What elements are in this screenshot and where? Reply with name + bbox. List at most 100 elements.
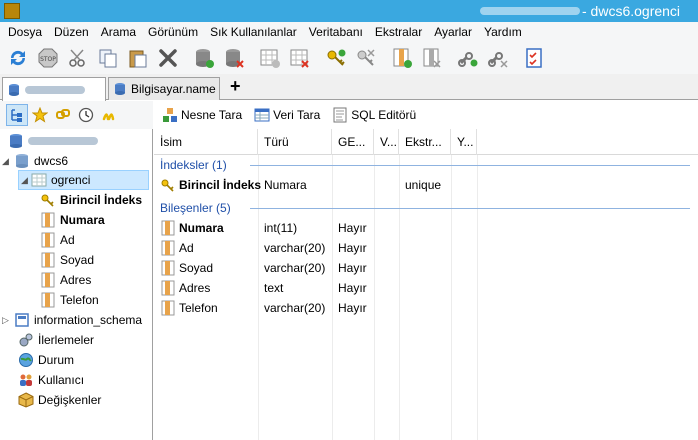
tree-column-adres[interactable]: Adres (40, 270, 91, 290)
object-view-label: Nesne Tara (181, 108, 243, 122)
tree-database-label: dwcs6 (34, 154, 69, 168)
tree-connection[interactable] (8, 131, 98, 151)
cell-type: varchar(20) (264, 261, 326, 275)
users-icon (20, 374, 32, 386)
tree-icon (11, 109, 22, 122)
redacted-host (480, 7, 580, 15)
tree-processes-label: İlerlemeler (38, 333, 95, 347)
cell-name: Soyad (154, 258, 213, 278)
header-type[interactable]: Türü (258, 129, 332, 155)
header-default[interactable]: V... (374, 129, 399, 155)
menu-veritabani[interactable]: Veritabanı (303, 22, 369, 42)
menu-ayarlar[interactable]: Ayarlar (428, 22, 478, 42)
history-button[interactable] (75, 104, 97, 126)
column-icon (41, 212, 55, 228)
menu-gorunum[interactable]: Görünüm (142, 22, 204, 42)
tree-table-ogrenci[interactable]: ◢ ogrenci (18, 170, 149, 190)
tree-column-label: Ad (60, 233, 75, 247)
tab-bilgisayar[interactable]: Bilgisayar.name (108, 77, 220, 100)
drop-key-button[interactable] (352, 44, 380, 72)
drop-database-button[interactable] (220, 44, 248, 72)
new-column-button[interactable] (388, 44, 416, 72)
table-row[interactable]: Numara int(11) Hayır (154, 218, 698, 238)
new-database-button[interactable] (190, 44, 218, 72)
tree-processes[interactable]: İlerlemeler (18, 330, 94, 350)
cell-type: int(11) (264, 221, 298, 235)
checklist-button[interactable] (520, 44, 548, 72)
tree-information-schema[interactable]: ▷ information_schema (2, 310, 142, 330)
add-tab-button[interactable]: + (230, 76, 241, 97)
tree-table-label: ogrenci (51, 173, 91, 187)
header-nullable[interactable]: GE... (332, 129, 374, 155)
tree-column-ad[interactable]: Ad (40, 230, 75, 250)
cell-type: Numara (264, 178, 307, 192)
object-view-button[interactable]: Nesne Tara (162, 107, 242, 123)
table-row[interactable]: Adres text Hayır (154, 278, 698, 298)
refresh-button[interactable] (4, 44, 32, 72)
table-row[interactable]: Telefon varchar(20) Hayır (154, 298, 698, 318)
links-button[interactable] (52, 104, 74, 126)
tree-status[interactable]: Durum (18, 350, 74, 370)
drop-column-button[interactable] (418, 44, 446, 72)
tree-column-telefon[interactable]: Telefon (40, 290, 99, 310)
delete-button[interactable] (154, 44, 182, 72)
grid-header: İsim Türü GE... V... Ekstr... Y... (154, 129, 698, 155)
database-icon (115, 83, 125, 95)
menu-duzen[interactable]: Düzen (48, 22, 95, 42)
column-icon (161, 220, 175, 236)
table-icon (31, 173, 47, 187)
new-key-button[interactable] (322, 44, 350, 72)
menu-arama[interactable]: Arama (95, 22, 142, 42)
menu-ekstralar[interactable]: Ekstralar (369, 22, 428, 42)
tree-toolbar (0, 101, 153, 129)
tree-index-primary[interactable]: Birincil İndeks (40, 190, 142, 210)
tree-users[interactable]: Kullanıcı (18, 370, 84, 390)
tree-view-button[interactable] (6, 104, 28, 126)
menu-yardim[interactable]: Yardım (478, 22, 528, 42)
favorites-button[interactable] (29, 104, 51, 126)
tree-column-label: Numara (60, 213, 105, 227)
tree-database[interactable]: ◢ dwcs6 (2, 151, 69, 171)
table-row[interactable]: Soyad varchar(20) Hayır (154, 258, 698, 278)
link-delete-icon (488, 52, 508, 68)
cell-extra: unique (405, 178, 442, 192)
wave-icon (102, 113, 115, 121)
collapse-arrow-icon[interactable]: ◢ (2, 156, 9, 167)
tree-column-soyad[interactable]: Soyad (40, 250, 94, 270)
columns-group-header[interactable]: Bileşenler (5) (160, 199, 690, 217)
table-delete-icon (290, 49, 309, 68)
tab-connection[interactable] (2, 77, 106, 101)
new-relation-button[interactable] (454, 44, 482, 72)
tree-column-numara[interactable]: Numara (40, 210, 105, 230)
collapse-arrow-icon[interactable]: ◢ (21, 175, 28, 186)
paste-button[interactable] (124, 44, 152, 72)
expand-arrow-icon[interactable]: ▷ (2, 315, 9, 326)
column-icon (161, 280, 175, 296)
menu-sik-kullanilanlar[interactable]: Sık Kullanılanlar (204, 22, 303, 42)
drop-table-button[interactable] (286, 44, 314, 72)
stop-button[interactable]: STOP (34, 44, 62, 72)
header-comment[interactable]: Y... (451, 129, 477, 155)
table-row[interactable]: Birincil İndeks Numara unique (154, 175, 698, 195)
column-icon (41, 252, 55, 268)
database-icon (16, 154, 28, 168)
new-table-button[interactable] (256, 44, 284, 72)
gears-icon (19, 333, 33, 347)
indexes-group-header[interactable]: İndeksler (1) (160, 156, 690, 174)
bookmarks-button[interactable] (98, 104, 120, 126)
tree-variables[interactable]: Değişkenler (18, 390, 101, 410)
columns-group-label: Bileşenler (5) (160, 201, 231, 215)
sql-editor-button[interactable]: SQL Editörü (332, 107, 416, 123)
cell-nullable: Hayır (338, 301, 367, 315)
table-row[interactable]: Ad varchar(20) Hayır (154, 238, 698, 258)
drop-relation-button[interactable] (484, 44, 512, 72)
app-icon (4, 3, 20, 19)
data-view-button[interactable]: Veri Tara (254, 107, 320, 123)
copy-button[interactable] (94, 44, 122, 72)
column-icon (161, 300, 175, 316)
cut-button[interactable] (64, 44, 92, 72)
header-name[interactable]: İsim (154, 129, 258, 155)
redacted-tab-label (25, 85, 85, 94)
menu-dosya[interactable]: Dosya (2, 22, 48, 42)
header-extra[interactable]: Ekstr... (399, 129, 451, 155)
